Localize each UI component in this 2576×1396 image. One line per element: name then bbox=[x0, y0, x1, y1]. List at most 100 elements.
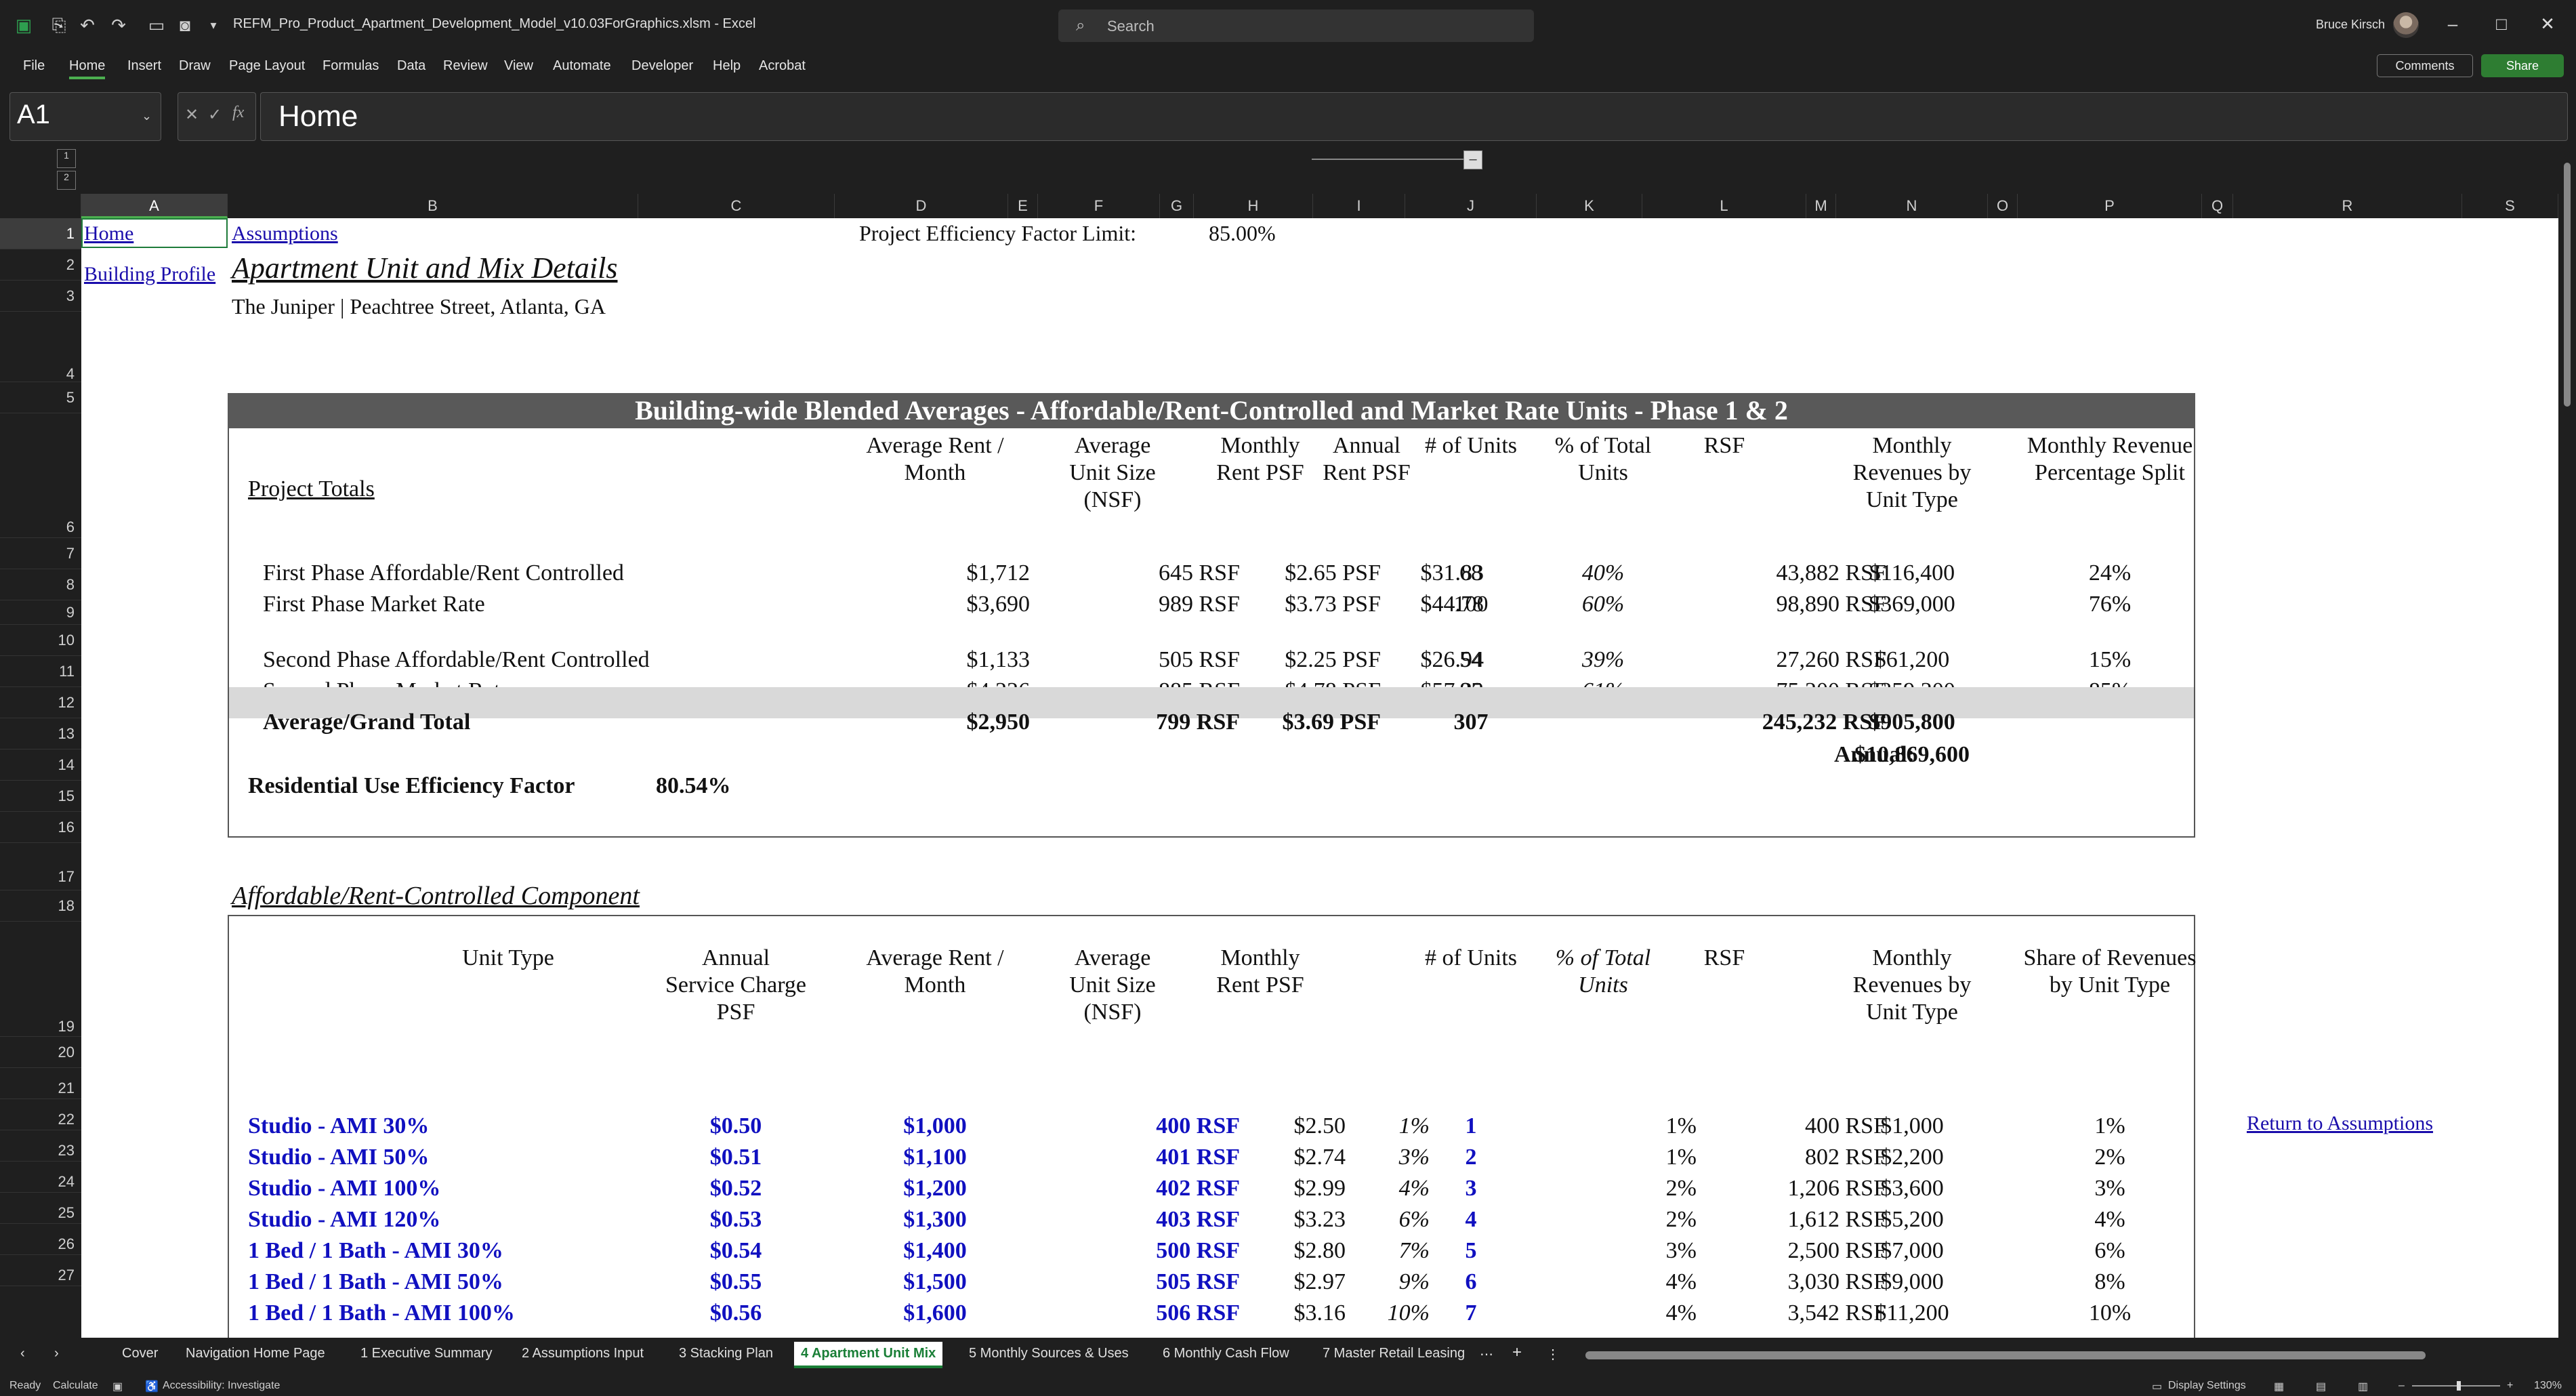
row-header[interactable]: 5 bbox=[0, 382, 81, 413]
column-header[interactable]: N bbox=[1836, 194, 1988, 218]
row-header[interactable]: 1 bbox=[0, 218, 81, 249]
minimize-icon[interactable]: – bbox=[2439, 14, 2466, 35]
chevron-down-icon[interactable]: ⌄ bbox=[142, 109, 152, 123]
column-header[interactable]: K bbox=[1537, 194, 1642, 218]
row-header[interactable]: 17 bbox=[0, 843, 81, 890]
row-header[interactable]: 8 bbox=[0, 569, 81, 600]
function-icon[interactable]: fx bbox=[232, 104, 244, 122]
customize-qat-icon[interactable]: ▾ bbox=[203, 15, 224, 35]
row-header[interactable]: 15 bbox=[0, 781, 81, 812]
tab-options-icon[interactable]: ⋮ bbox=[1546, 1346, 1560, 1363]
select-all-corner[interactable] bbox=[0, 194, 81, 218]
name-box[interactable]: A1 ⌄ bbox=[9, 92, 161, 141]
row-header[interactable]: 23 bbox=[0, 1130, 81, 1162]
row-header[interactable]: 19 bbox=[0, 922, 81, 1037]
row-header[interactable]: 18 bbox=[0, 890, 81, 922]
row-header[interactable]: 9 bbox=[0, 600, 81, 625]
normal-view-icon[interactable]: ▦ bbox=[2274, 1380, 2284, 1393]
zoom-out-icon[interactable]: – bbox=[2398, 1380, 2405, 1392]
cancel-icon[interactable]: ✕ bbox=[185, 105, 199, 125]
home-link[interactable]: Home bbox=[84, 220, 133, 247]
row-header[interactable]: 26 bbox=[0, 1224, 81, 1255]
vertical-scroll-thumb[interactable] bbox=[2564, 163, 2571, 407]
sheet-tab[interactable]: 6 Monthly Cash Flow bbox=[1163, 1346, 1289, 1361]
camera-icon[interactable]: ◙ bbox=[175, 15, 195, 35]
calculate-button[interactable]: Calculate bbox=[53, 1380, 98, 1392]
vertical-scrollbar[interactable] bbox=[2558, 150, 2576, 1344]
menu-formulas[interactable]: Formulas bbox=[323, 58, 379, 74]
page-break-view-icon[interactable]: ▥ bbox=[2358, 1380, 2368, 1393]
menu-automate[interactable]: Automate bbox=[553, 58, 611, 74]
row-header[interactable]: 13 bbox=[0, 718, 81, 750]
menu-draw[interactable]: Draw bbox=[179, 58, 211, 74]
column-header[interactable]: A bbox=[81, 194, 228, 218]
worksheet[interactable]: Home Assumptions Project Efficiency Fact… bbox=[81, 218, 2558, 1338]
column-header[interactable]: S bbox=[2462, 194, 2558, 218]
column-header[interactable]: F bbox=[1038, 194, 1160, 218]
display-settings-button[interactable]: Display Settings bbox=[2168, 1380, 2246, 1392]
column-header[interactable]: L bbox=[1642, 194, 1806, 218]
menu-data[interactable]: Data bbox=[397, 58, 425, 74]
row-header[interactable]: 10 bbox=[0, 625, 81, 656]
row-header[interactable]: 25 bbox=[0, 1193, 81, 1224]
row-header[interactable]: 3 bbox=[0, 281, 81, 312]
more-tabs-icon[interactable]: ⋯ bbox=[1480, 1346, 1493, 1363]
column-header[interactable]: M bbox=[1806, 194, 1836, 218]
avatar[interactable] bbox=[2393, 12, 2419, 38]
menu-view[interactable]: View bbox=[504, 58, 533, 74]
macro-record-icon[interactable]: ▣ bbox=[112, 1380, 123, 1393]
row-header[interactable]: 21 bbox=[0, 1068, 81, 1099]
form-icon[interactable]: ▭ bbox=[146, 15, 167, 35]
column-header[interactable]: B bbox=[228, 194, 638, 218]
sheet-tab[interactable]: 7 Master Retail Leasing bbox=[1323, 1346, 1465, 1361]
menu-developer[interactable]: Developer bbox=[631, 58, 693, 74]
column-header[interactable]: Q bbox=[2202, 194, 2233, 218]
tab-scroll-left-icon[interactable]: ‹ bbox=[20, 1346, 25, 1361]
page-layout-view-icon[interactable]: ▤ bbox=[2316, 1380, 2326, 1393]
sheet-tab-active[interactable]: 4 Apartment Unit Mix bbox=[794, 1342, 943, 1368]
row-header[interactable]: 6 bbox=[0, 413, 81, 538]
menu-insert[interactable]: Insert bbox=[127, 58, 161, 74]
comments-button[interactable]: Comments bbox=[2377, 54, 2473, 77]
column-header[interactable]: G bbox=[1160, 194, 1194, 218]
menu-acrobat[interactable]: Acrobat bbox=[759, 58, 806, 74]
sheet-tab[interactable]: 5 Monthly Sources & Uses bbox=[969, 1346, 1129, 1361]
sheet-tab[interactable]: 1 Executive Summary bbox=[360, 1346, 493, 1361]
enter-icon[interactable]: ✓ bbox=[208, 105, 222, 125]
column-header[interactable]: C bbox=[638, 194, 835, 218]
close-icon[interactable]: ✕ bbox=[2534, 14, 2561, 35]
menu-file[interactable]: File bbox=[23, 58, 45, 74]
row-header[interactable]: 27 bbox=[0, 1255, 81, 1286]
share-button[interactable]: Share bbox=[2481, 54, 2564, 77]
row-header[interactable]: 7 bbox=[0, 538, 81, 569]
outline-level-2-button[interactable]: 2 bbox=[57, 171, 76, 190]
menu-help[interactable]: Help bbox=[713, 58, 741, 74]
add-sheet-icon[interactable]: + bbox=[1512, 1343, 1522, 1362]
row-header[interactable]: 24 bbox=[0, 1162, 81, 1193]
column-header[interactable]: O bbox=[1988, 194, 2018, 218]
horizontal-scrollbar[interactable] bbox=[1585, 1351, 2426, 1359]
row-header[interactable]: 4 bbox=[0, 312, 81, 382]
row-header[interactable]: 11 bbox=[0, 656, 81, 687]
column-header[interactable]: H bbox=[1194, 194, 1313, 218]
redo-icon[interactable]: ↷ bbox=[108, 15, 129, 35]
row-header[interactable]: 14 bbox=[0, 750, 81, 781]
return-to-assumptions-link[interactable]: Return to Assumptions bbox=[2247, 1110, 2433, 1137]
undo-icon[interactable]: ↶ bbox=[77, 15, 98, 35]
menu-review[interactable]: Review bbox=[443, 58, 488, 74]
sheet-tab[interactable]: Cover bbox=[122, 1346, 158, 1361]
row-header[interactable]: 16 bbox=[0, 812, 81, 843]
column-header[interactable]: P bbox=[2018, 194, 2202, 218]
autosave-icon[interactable]: ⎘ bbox=[49, 15, 69, 35]
zoom-slider[interactable] bbox=[2412, 1385, 2500, 1387]
assumptions-link[interactable]: Assumptions bbox=[232, 220, 338, 247]
horizontal-scroll-thumb[interactable] bbox=[1585, 1351, 2426, 1359]
zoom-level[interactable]: 130% bbox=[2534, 1380, 2562, 1392]
menu-home[interactable]: Home bbox=[69, 58, 106, 79]
row-header[interactable]: 2 bbox=[0, 249, 81, 281]
maximize-icon[interactable]: □ bbox=[2488, 14, 2515, 35]
column-header[interactable]: E bbox=[1008, 194, 1038, 218]
row-header[interactable]: 22 bbox=[0, 1099, 81, 1130]
sheet-tab[interactable]: Navigation Home Page bbox=[186, 1346, 325, 1361]
building-profile-link[interactable]: Building Profile bbox=[84, 261, 215, 288]
